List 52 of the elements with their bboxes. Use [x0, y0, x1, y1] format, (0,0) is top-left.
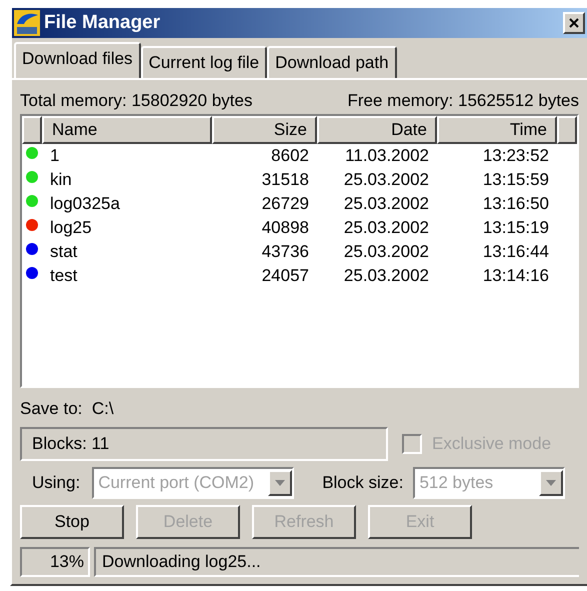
table-cell-text: stat [49, 240, 78, 263]
column-header[interactable]: Name [42, 116, 212, 144]
table-cell-text: 24057 [260, 264, 310, 287]
file-row[interactable]: log25 40898 25.03.2002 13:15:19 [22, 216, 577, 240]
column-header[interactable] [22, 116, 42, 144]
tab[interactable]: Current log file [140, 46, 268, 78]
table-cell-text: 25.03.2002 [342, 216, 430, 239]
column-header[interactable]: Date [317, 116, 437, 144]
table-cell-text: 8602 [270, 144, 310, 167]
close-icon [569, 18, 579, 28]
table-cell-text: 25.03.2002 [342, 240, 430, 263]
file-row[interactable]: 1 8602 11.03.2002 13:23:52 [22, 144, 577, 168]
file-row[interactable]: log0325a 26729 25.03.2002 13:16:50 [22, 192, 577, 216]
file-row[interactable]: test 24057 25.03.2002 13:14:16 [22, 264, 577, 288]
column-header[interactable]: Time [437, 116, 557, 144]
table-cell-text: 13:16:44 [482, 240, 550, 263]
window-title: File Manager [44, 10, 162, 35]
app-logo-icon [14, 10, 40, 36]
action-button[interactable]: Stop [20, 505, 124, 539]
file-row[interactable]: stat 43736 25.03.2002 13:16:44 [22, 240, 577, 264]
tab[interactable]: Download files [14, 42, 141, 78]
blocks-field: Blocks: 11 [20, 427, 388, 461]
table-cell-text: 40898 [260, 216, 310, 239]
table-cell-text: 1 [49, 144, 60, 167]
table-cell-text: 13:23:52 [482, 144, 550, 167]
table-cell-text: 25.03.2002 [342, 192, 430, 215]
file-row[interactable]: kin 31518 25.03.2002 13:15:59 [22, 168, 577, 192]
table-cell-text: 26729 [260, 192, 310, 215]
using-label: Using: [32, 472, 80, 494]
progress-panel: 13% [20, 547, 90, 577]
table-cell-text: kin [49, 168, 73, 191]
block-size-label: Block size: [322, 472, 404, 494]
table-cell-text: 11.03.2002 [344, 144, 430, 167]
table-cell-text: test [49, 264, 78, 287]
table-cell-text: 13:15:59 [482, 168, 550, 191]
table-cell-text: 13:15:19 [482, 216, 550, 239]
status-message: Downloading log25... [94, 547, 579, 577]
table-cell-text: 13:14:16 [482, 264, 550, 287]
table-cell-text: 31518 [260, 168, 310, 191]
close-button[interactable] [563, 12, 585, 34]
table-cell-text: log0325a [49, 192, 121, 215]
tab[interactable]: Download path [267, 46, 397, 78]
free-memory-label: Free memory: 15625512 bytes [347, 90, 579, 112]
table-cell-text: 25.03.2002 [342, 168, 430, 191]
column-header[interactable] [557, 116, 577, 144]
table-cell-text: 43736 [260, 240, 310, 263]
total-memory-label: Total memory: 15802920 bytes [20, 90, 252, 112]
save-to-label: Save to: C:\ [20, 398, 115, 420]
column-header[interactable]: Size [212, 116, 317, 144]
table-cell-text: 13:16:50 [482, 192, 550, 215]
table-cell-text: 25.03.2002 [342, 264, 430, 287]
table-cell-text: log25 [49, 216, 93, 239]
